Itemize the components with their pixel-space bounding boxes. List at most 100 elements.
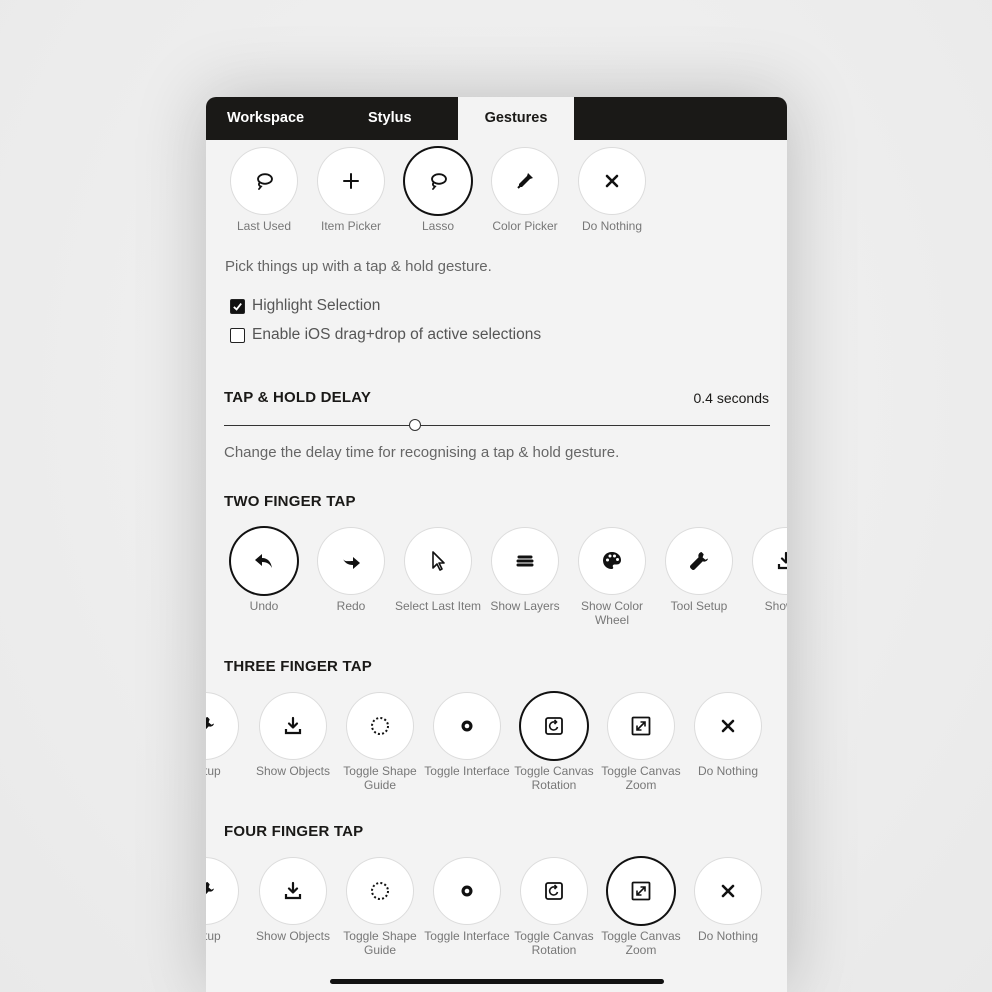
option-button[interactable] bbox=[666, 528, 732, 594]
download-icon bbox=[774, 549, 787, 573]
option-undo[interactable]: Undo bbox=[219, 528, 309, 614]
option-button[interactable] bbox=[206, 693, 238, 759]
option-button[interactable] bbox=[318, 528, 384, 594]
option-button[interactable] bbox=[347, 858, 413, 924]
option-toggle-canvas-rotation[interactable]: Toggle Canvas Rotation bbox=[509, 858, 599, 957]
option-show-objects[interactable]: Show Objects bbox=[248, 858, 338, 944]
option-do-nothing[interactable]: Do Nothing bbox=[683, 693, 773, 779]
option-toggle-shape-guide[interactable]: Toggle Shape Guide bbox=[335, 693, 425, 792]
eyedropper-icon bbox=[513, 169, 537, 193]
option-label: Color Picker bbox=[492, 219, 558, 233]
home-indicator[interactable] bbox=[330, 979, 664, 984]
option-last-used[interactable]: Last Used bbox=[219, 148, 309, 234]
option-do-nothing[interactable]: Do Nothing bbox=[567, 148, 657, 234]
option-button[interactable] bbox=[405, 148, 471, 214]
option-label: Toggle Canvas Zoom bbox=[601, 929, 681, 957]
x-icon bbox=[716, 714, 740, 738]
option-label: Show Objects bbox=[255, 764, 331, 778]
option-do-nothing[interactable]: Do Nothing bbox=[683, 858, 773, 944]
option-show-color-wheel[interactable]: Show Color Wheel bbox=[567, 528, 657, 627]
rotate-icon bbox=[542, 879, 566, 903]
option-label: Undo bbox=[249, 599, 279, 613]
option-button[interactable] bbox=[608, 858, 674, 924]
option-label: Toggle Canvas Zoom bbox=[601, 764, 681, 792]
download-icon bbox=[281, 714, 305, 738]
option-show-o[interactable]: Show O bbox=[741, 528, 787, 614]
option-button[interactable] bbox=[608, 693, 674, 759]
option-button[interactable] bbox=[492, 528, 558, 594]
plus-icon bbox=[339, 169, 363, 193]
option-label: Show O bbox=[764, 599, 787, 613]
palette-icon bbox=[600, 549, 624, 573]
option-select-last-item[interactable]: Select Last Item bbox=[393, 528, 483, 614]
option-button[interactable] bbox=[347, 693, 413, 759]
enable-drag-drop-checkbox[interactable]: Enable iOS drag+drop of active selection… bbox=[230, 326, 541, 344]
option-label: Toggle Shape Guide bbox=[343, 929, 417, 957]
option-toggle-shape-guide[interactable]: Toggle Shape Guide bbox=[335, 858, 425, 957]
option-toggle-canvas-rotation[interactable]: Toggle Canvas Rotation bbox=[509, 693, 599, 792]
x-icon bbox=[716, 879, 740, 903]
option-show-objects[interactable]: Show Objects bbox=[248, 693, 338, 779]
x-icon bbox=[600, 169, 624, 193]
option-button[interactable] bbox=[521, 693, 587, 759]
option-redo[interactable]: Redo bbox=[306, 528, 396, 614]
download-icon bbox=[281, 879, 305, 903]
option-button[interactable] bbox=[695, 858, 761, 924]
tab-stylus[interactable]: Stylus bbox=[368, 97, 412, 140]
tab-workspace[interactable]: Workspace bbox=[227, 97, 304, 140]
dotted-circle-icon bbox=[368, 714, 392, 738]
option-button[interactable] bbox=[521, 858, 587, 924]
option-button[interactable] bbox=[492, 148, 558, 214]
option-button[interactable] bbox=[318, 148, 384, 214]
option-toggle-interface[interactable]: Toggle Interface bbox=[422, 858, 512, 944]
option-setup[interactable]: Setup bbox=[206, 858, 250, 944]
three-finger-tap-title: THREE FINGER TAP bbox=[224, 658, 372, 675]
two-finger-tap-title: TWO FINGER TAP bbox=[224, 493, 356, 510]
option-label: Setup bbox=[206, 764, 221, 778]
option-button[interactable] bbox=[579, 528, 645, 594]
option-label: Last Used bbox=[236, 219, 292, 233]
delay-slider-thumb[interactable] bbox=[409, 419, 422, 431]
option-label: Toggle Canvas Rotation bbox=[514, 929, 594, 957]
option-label: Show Color Wheel bbox=[580, 599, 644, 627]
option-toggle-interface[interactable]: Toggle Interface bbox=[422, 693, 512, 779]
option-button[interactable] bbox=[231, 528, 297, 594]
option-lasso[interactable]: Lasso bbox=[393, 148, 483, 234]
option-label: Redo bbox=[336, 599, 366, 613]
tab-gestures[interactable]: Gestures bbox=[458, 97, 574, 140]
option-toggle-canvas-zoom[interactable]: Toggle Canvas Zoom bbox=[596, 858, 686, 957]
option-color-picker[interactable]: Color Picker bbox=[480, 148, 570, 234]
option-show-layers[interactable]: Show Layers bbox=[480, 528, 570, 614]
option-label: Toggle Interface bbox=[424, 764, 510, 778]
option-button[interactable] bbox=[231, 148, 297, 214]
delay-value: 0.4 seconds bbox=[693, 390, 770, 406]
option-button[interactable] bbox=[434, 693, 500, 759]
option-button[interactable] bbox=[206, 858, 238, 924]
option-button[interactable] bbox=[753, 528, 787, 594]
pick-description: Pick things up with a tap & hold gesture… bbox=[225, 258, 492, 275]
option-button[interactable] bbox=[260, 858, 326, 924]
option-label: Show Layers bbox=[490, 599, 560, 613]
option-tool-setup[interactable]: Tool Setup bbox=[654, 528, 744, 614]
option-toggle-canvas-zoom[interactable]: Toggle Canvas Zoom bbox=[596, 693, 686, 792]
option-setup[interactable]: Setup bbox=[206, 693, 250, 779]
option-button[interactable] bbox=[695, 693, 761, 759]
option-button[interactable] bbox=[579, 148, 645, 214]
option-label: Item Picker bbox=[320, 219, 381, 233]
option-label: Setup bbox=[206, 929, 221, 943]
option-button[interactable] bbox=[260, 693, 326, 759]
zoom-icon bbox=[629, 714, 653, 738]
delay-slider-track[interactable] bbox=[224, 425, 770, 426]
option-label: Do Nothing bbox=[581, 219, 643, 233]
highlight-selection-checkbox[interactable]: Highlight Selection bbox=[230, 297, 380, 315]
option-label: Do Nothing bbox=[697, 929, 759, 943]
redo-icon bbox=[339, 549, 363, 573]
option-button[interactable] bbox=[405, 528, 471, 594]
highlight-selection-label: Highlight Selection bbox=[252, 297, 381, 314]
option-label: Toggle Shape Guide bbox=[343, 764, 417, 792]
rotate-icon bbox=[542, 714, 566, 738]
tap-hold-delay-title: TAP & HOLD DELAY bbox=[224, 389, 372, 406]
wrench-icon bbox=[206, 714, 217, 738]
option-item-picker[interactable]: Item Picker bbox=[306, 148, 396, 234]
option-button[interactable] bbox=[434, 858, 500, 924]
